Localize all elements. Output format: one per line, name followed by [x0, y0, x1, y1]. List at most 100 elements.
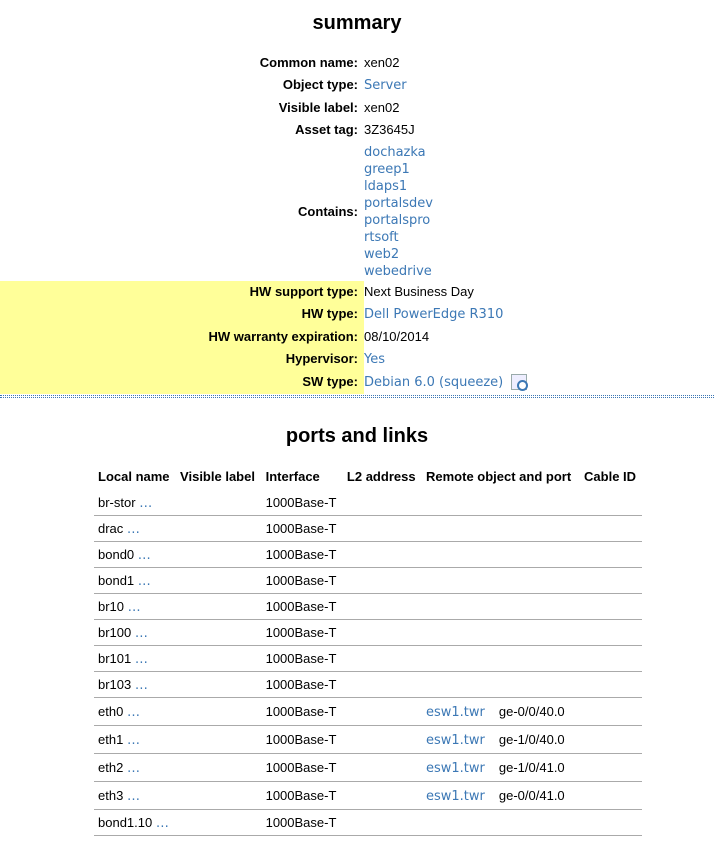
- port-more-link[interactable]: …: [156, 816, 169, 831]
- port-remote: esw1.twr ge-0/0/40.0: [422, 697, 581, 726]
- sw-type-label: SW type:: [0, 371, 364, 393]
- table-row: br-stor … 1000Base-T: [94, 490, 642, 516]
- remote-object-link[interactable]: esw1.twr: [426, 789, 485, 804]
- port-cable-id: [580, 753, 642, 782]
- port-local-name: eth2 …: [94, 753, 177, 782]
- port-name: drac: [98, 520, 124, 536]
- ports-table: Local name Visible label Interface L2 addre…: [94, 465, 642, 836]
- row-contains: Contains: dochazka greep1 ldaps1 portalsdev…: [0, 141, 714, 281]
- port-more-link[interactable]: …: [135, 678, 148, 693]
- port-l2-address: [342, 645, 422, 672]
- port-interface: 1000Base-T: [261, 671, 343, 698]
- port-remote: [422, 809, 581, 836]
- port-interface: 1000Base-T: [261, 725, 343, 754]
- port-interface: 1000Base-T: [261, 567, 343, 594]
- row-asset-tag: Asset tag: 3Z3645J: [0, 119, 714, 141]
- port-visible-label: [176, 725, 262, 754]
- common-name-value: xen02: [364, 55, 400, 70]
- search-doc-icon[interactable]: [510, 374, 528, 391]
- contains-label: Contains:: [298, 203, 358, 219]
- port-more-link[interactable]: …: [127, 522, 140, 537]
- contains-list: dochazka greep1 ldaps1 portalsdev portalspro…: [364, 141, 433, 281]
- port-cable-id: [580, 645, 642, 672]
- remote-object-link[interactable]: esw1.twr: [426, 705, 485, 720]
- table-row: eth2 … 1000Base-T esw1.twr ge-1/0/41.0: [94, 753, 642, 782]
- port-local-name: bond0 …: [94, 541, 177, 568]
- contains-item-link[interactable]: dochazka: [364, 145, 426, 160]
- hypervisor-link[interactable]: Yes: [364, 352, 385, 367]
- row-sw-type: SW type: Debian 6.0 (squeeze): [0, 371, 714, 394]
- port-name: eth3: [98, 787, 124, 803]
- table-row: bond0 … 1000Base-T: [94, 541, 642, 568]
- contains-item-link[interactable]: greep1: [364, 162, 410, 177]
- port-l2-address: [342, 515, 422, 542]
- contains-item-link[interactable]: rtsoft: [364, 230, 399, 245]
- contains-item-link[interactable]: webedrive: [364, 264, 432, 279]
- port-cable-id: [580, 490, 642, 516]
- table-row: bond1 … 1000Base-T: [94, 567, 642, 594]
- port-name: br101: [98, 650, 132, 666]
- port-visible-label: [176, 515, 262, 542]
- port-local-name: br100 …: [94, 619, 177, 646]
- hw-support-type-value: Next Business Day: [364, 284, 474, 299]
- port-visible-label: [176, 490, 262, 516]
- row-visible-label: Visible label: xen02: [0, 97, 714, 119]
- port-more-link[interactable]: …: [135, 652, 148, 667]
- port-visible-label: [176, 781, 262, 810]
- table-row: eth0 … 1000Base-T esw1.twr ge-0/0/40.0: [94, 697, 642, 726]
- visible-label-label: Visible label:: [278, 100, 358, 115]
- port-remote: [422, 490, 581, 516]
- port-local-name: bond1 …: [94, 567, 177, 594]
- port-more-link[interactable]: …: [127, 761, 140, 776]
- port-more-link[interactable]: …: [127, 789, 140, 804]
- port-more-link[interactable]: …: [128, 600, 141, 615]
- port-name: eth0: [98, 703, 124, 719]
- port-visible-label: [176, 809, 262, 836]
- remote-object-link[interactable]: esw1.twr: [426, 761, 485, 776]
- summary-title: summary: [312, 12, 402, 34]
- port-more-link[interactable]: …: [138, 548, 151, 563]
- port-more-link[interactable]: …: [127, 705, 140, 720]
- port-l2-address: [342, 541, 422, 568]
- row-hw-support-type: HW support type: Next Business Day: [0, 281, 714, 303]
- port-cable-id: [580, 541, 642, 568]
- contains-item-link[interactable]: portalsdev: [364, 196, 433, 211]
- port-l2-address: [342, 809, 422, 836]
- port-name: eth1: [98, 731, 124, 747]
- port-more-link[interactable]: …: [138, 574, 151, 589]
- object-type-link[interactable]: Server: [364, 78, 407, 93]
- hw-warranty-value: 08/10/2014: [364, 329, 430, 344]
- contains-item-link[interactable]: ldaps1: [364, 179, 407, 194]
- port-remote: [422, 671, 581, 698]
- contains-item-link[interactable]: web2: [364, 247, 399, 262]
- port-remote: [422, 619, 581, 646]
- port-visible-label: [176, 645, 262, 672]
- port-more-link[interactable]: …: [139, 496, 152, 511]
- port-remote: [422, 645, 581, 672]
- port-interface: 1000Base-T: [261, 619, 343, 646]
- remote-port: ge-1/0/40.0: [498, 731, 565, 747]
- table-row: br10 … 1000Base-T: [94, 593, 642, 620]
- port-remote: esw1.twr ge-0/0/41.0: [422, 781, 581, 810]
- port-local-name: br101 …: [94, 645, 177, 672]
- port-remote: [422, 567, 581, 594]
- port-interface: 1000Base-T: [261, 697, 343, 726]
- port-cable-id: [580, 725, 642, 754]
- hw-type-link[interactable]: Dell PowerEdge R310: [364, 307, 503, 322]
- asset-tag-label: Asset tag:: [295, 122, 358, 137]
- port-cable-id: [580, 567, 642, 594]
- port-cable-id: [580, 809, 642, 836]
- sw-type-link[interactable]: Debian 6.0 (squeeze): [364, 375, 503, 390]
- contains-item-link[interactable]: portalspro: [364, 213, 430, 228]
- port-visible-label: [176, 753, 262, 782]
- port-l2-address: [342, 725, 422, 754]
- port-cable-id: [580, 515, 642, 542]
- port-more-link[interactable]: …: [127, 733, 140, 748]
- table-row: eth3 … 1000Base-T esw1.twr ge-0/0/41.0: [94, 781, 642, 810]
- remote-object-link[interactable]: esw1.twr: [426, 733, 485, 748]
- port-more-link[interactable]: …: [135, 626, 148, 641]
- port-local-name: bond1.10 …: [94, 809, 177, 836]
- port-l2-address: [342, 671, 422, 698]
- port-interface: 1000Base-T: [261, 490, 343, 516]
- hypervisor-label: Hypervisor:: [0, 348, 364, 370]
